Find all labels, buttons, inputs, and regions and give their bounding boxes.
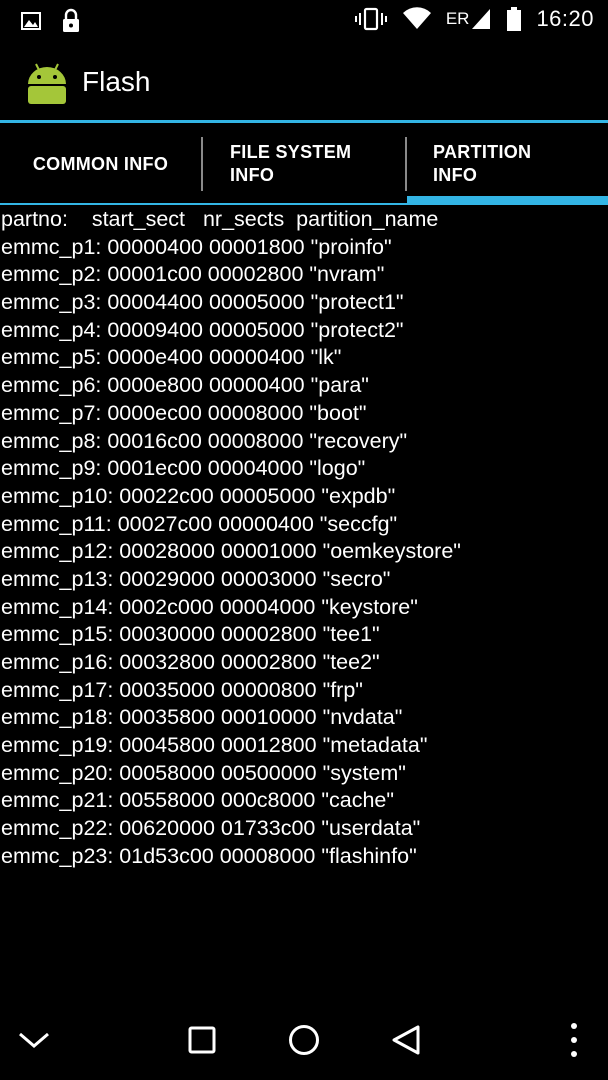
- partition-row: emmc_p13: 00029000 00003000 "secro": [1, 566, 391, 591]
- selected-tab-indicator: [407, 196, 608, 205]
- recents-icon[interactable]: [182, 1020, 222, 1060]
- partition-row: emmc_p21: 00558000 000c8000 "cache": [1, 788, 394, 813]
- app-title: Flash: [82, 66, 151, 97]
- partition-row: emmc_p1: 00000400 00001800 "proinfo": [1, 234, 392, 259]
- partition-row: emmc_p18: 00035800 00010000 "nvdata": [1, 705, 403, 730]
- partition-row: emmc_p14: 0002c000 00004000 "keystore": [1, 594, 418, 619]
- partition-row: emmc_p5: 0000e400 00000400 "lk": [1, 345, 342, 370]
- chevron-down-icon[interactable]: [14, 1020, 54, 1060]
- vibrate-icon: [354, 7, 387, 31]
- partition-row: emmc_p9: 0001ec00 00004000 "logo": [1, 456, 366, 481]
- partition-row: emmc_p17: 00035000 00000800 "frp": [1, 677, 363, 702]
- partition-row: emmc_p16: 00032800 00002800 "tee2": [1, 650, 380, 674]
- battery-icon: [507, 7, 522, 31]
- partition-row: emmc_p19: 00045800 00012800 "metadata": [1, 733, 428, 758]
- partition-row: emmc_p7: 0000ec00 00008000 "boot": [1, 400, 367, 425]
- navigation-bar: [0, 1000, 608, 1080]
- tab-partition-info[interactable]: PARTITION INFO: [407, 123, 608, 205]
- wifi-icon: [402, 7, 431, 29]
- partition-row: emmc_p3: 00004400 00005000 "protect1": [1, 290, 404, 315]
- tab-file-system-info[interactable]: FILE SYSTEM INFO: [203, 123, 405, 205]
- partition-row: emmc_p23: 01d53c00 00008000 "flashinfo": [1, 843, 417, 868]
- partition-row: emmc_p2: 00001c00 00002800 "nvram": [1, 262, 385, 287]
- tab-label: COMMON INFO: [32, 153, 169, 174]
- partition-row: emmc_p12: 00028000 00001000 "oemkeystore…: [1, 539, 461, 564]
- partition-row: emmc_p8: 00016c00 00008000 "recovery": [1, 428, 408, 453]
- android-app-icon: [28, 63, 66, 104]
- clock: 16:20: [536, 6, 594, 31]
- tab-bar: COMMON INFO FILE SYSTEM INFO PARTITION I…: [0, 123, 608, 205]
- partition-row: emmc_p6: 0000e800 00000400 "para": [1, 373, 369, 398]
- partition-row: emmc_p10: 00022c00 00005000 "expdb": [1, 483, 396, 508]
- signal-icon: [472, 9, 491, 29]
- tab-label: PARTITION INFO: [433, 142, 532, 185]
- back-icon[interactable]: [386, 1020, 426, 1060]
- partition-row: emmc_p22: 00620000 01733c00 "userdata": [1, 816, 421, 841]
- partition-row: emmc_p20: 00058000 00500000 "system": [1, 760, 406, 785]
- tab-label: FILE SYSTEM INFO: [230, 142, 352, 185]
- partition-row: emmc_p4: 00009400 00005000 "protect2": [1, 317, 404, 342]
- partition-row: emmc_p15: 00030000 00002800 "tee1": [1, 622, 380, 647]
- lock-icon: [63, 8, 79, 32]
- action-bar: Flash: [0, 44, 608, 122]
- carrier-indicator: ER: [445, 9, 470, 28]
- partition-list: partno: start_sect nr_sects partition_na…: [1, 206, 607, 871]
- status-bar: ER 16:20: [0, 0, 608, 44]
- tab-common-info[interactable]: COMMON INFO: [0, 123, 201, 205]
- partition-row: emmc_p11: 00027c00 00000400 "seccfg": [1, 511, 398, 536]
- more-vert-icon[interactable]: [554, 1020, 594, 1060]
- home-icon[interactable]: [284, 1020, 324, 1060]
- image-icon: [21, 12, 41, 30]
- partition-header: partno: start_sect nr_sects partition_na…: [1, 207, 439, 231]
